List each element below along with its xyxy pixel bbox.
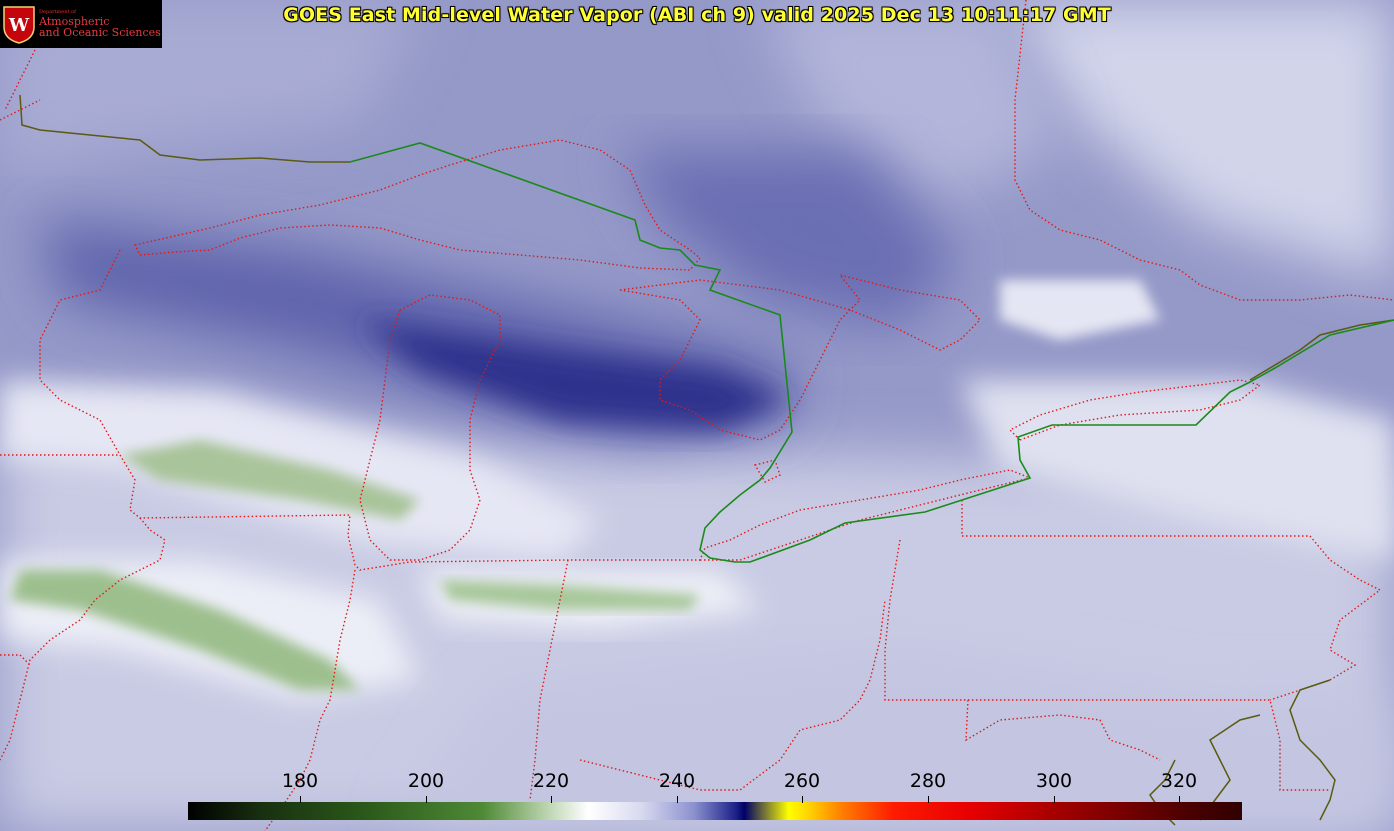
colorbar-tick-label: 220 [532, 770, 570, 792]
colorbar-tick-mark [1054, 796, 1055, 803]
colorbar-tick-label: 280 [909, 770, 947, 792]
colorbar-tick-mark [802, 796, 803, 803]
colorbar-tick-mark [1179, 796, 1180, 803]
colorbar [188, 802, 1242, 820]
colorbar-tick-label: 260 [783, 770, 821, 792]
satellite-image-viewer: W Department of Atmospheric and Oceanic … [0, 0, 1394, 831]
vapor-field [0, 0, 1394, 831]
logo-line2: and Oceanic Sciences [39, 26, 161, 39]
colorbar-tick-label: 240 [658, 770, 696, 792]
colorbar-tick-mark [928, 796, 929, 803]
colorbar-tick-mark [677, 796, 678, 803]
colorbar-tick-mark [551, 796, 552, 803]
colorbar-tick-mark [426, 796, 427, 803]
colorbar-tick-label: 180 [281, 770, 319, 792]
colorbar-tick-mark [300, 796, 301, 803]
image-title: GOES East Mid-level Water Vapor (ABI ch … [283, 4, 1111, 26]
water-vapor-map [0, 0, 1394, 831]
colorbar-tick-label: 200 [407, 770, 445, 792]
colorbar-tick-label: 300 [1035, 770, 1073, 792]
colorbar-tick-label: 320 [1160, 770, 1198, 792]
